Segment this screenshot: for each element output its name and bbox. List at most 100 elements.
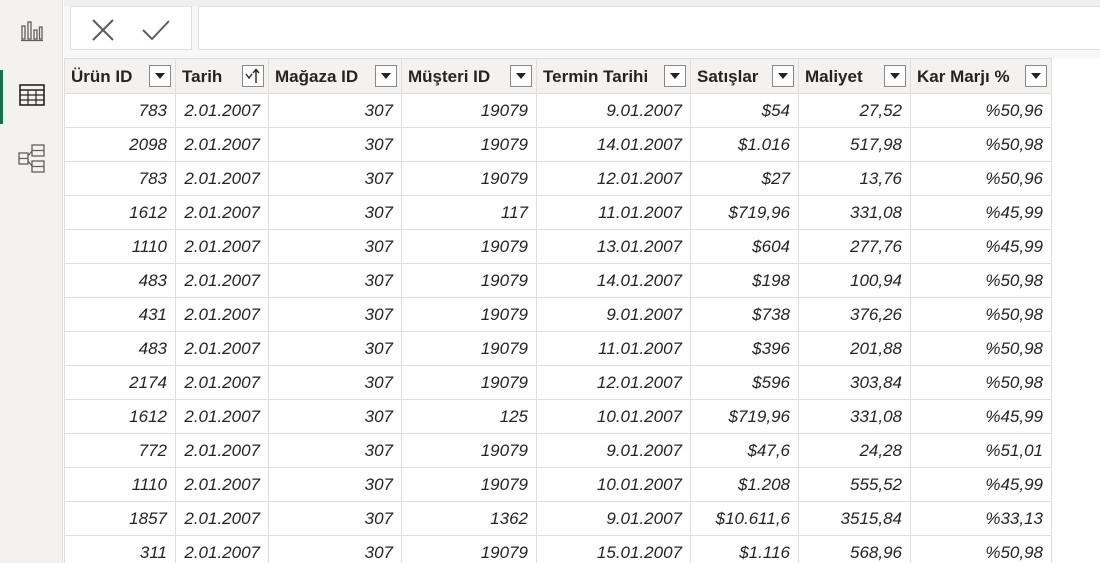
table-cell[interactable]: 2.01.2007 bbox=[175, 297, 269, 332]
table-cell[interactable]: 2.01.2007 bbox=[175, 93, 269, 128]
formula-input[interactable] bbox=[198, 6, 1100, 50]
table-cell[interactable]: 307 bbox=[268, 433, 402, 468]
cancel-edit-button[interactable] bbox=[88, 17, 118, 43]
table-cell[interactable]: 9.01.2007 bbox=[536, 433, 691, 468]
table-cell[interactable]: %45,99 bbox=[910, 467, 1052, 502]
table-cell[interactable]: 14.01.2007 bbox=[536, 127, 691, 162]
column-header[interactable]: Maliyet bbox=[798, 58, 911, 94]
table-cell[interactable]: %33,13 bbox=[910, 501, 1052, 536]
table-cell[interactable]: 19079 bbox=[401, 161, 537, 196]
table-cell[interactable]: %50,98 bbox=[910, 263, 1052, 298]
table-cell[interactable]: 24,28 bbox=[798, 433, 911, 468]
table-cell[interactable]: 13,76 bbox=[798, 161, 911, 196]
table-cell[interactable]: %50,98 bbox=[910, 127, 1052, 162]
column-header[interactable]: Ürün ID bbox=[64, 58, 176, 94]
filter-dropdown-button[interactable] bbox=[884, 65, 906, 87]
table-cell[interactable]: 15.01.2007 bbox=[536, 535, 691, 563]
table-cell[interactable]: %50,98 bbox=[910, 297, 1052, 332]
table-cell[interactable]: 2.01.2007 bbox=[175, 331, 269, 366]
column-header[interactable]: Müşteri ID bbox=[401, 58, 537, 94]
table-cell[interactable]: $54 bbox=[690, 93, 799, 128]
table-cell[interactable]: %45,99 bbox=[910, 399, 1052, 434]
table-cell[interactable]: %50,98 bbox=[910, 331, 1052, 366]
commit-edit-button[interactable] bbox=[141, 17, 171, 43]
table-cell[interactable]: 2.01.2007 bbox=[175, 195, 269, 230]
table-cell[interactable]: 19079 bbox=[401, 229, 537, 264]
table-cell[interactable]: 19079 bbox=[401, 433, 537, 468]
table-cell[interactable]: 307 bbox=[268, 195, 402, 230]
table-cell[interactable]: 331,08 bbox=[798, 399, 911, 434]
table-cell[interactable]: 307 bbox=[268, 93, 402, 128]
table-cell[interactable]: $27 bbox=[690, 161, 799, 196]
table-cell[interactable]: 483 bbox=[64, 331, 176, 366]
table-cell[interactable]: $47,6 bbox=[690, 433, 799, 468]
table-cell[interactable]: 303,84 bbox=[798, 365, 911, 400]
table-cell[interactable]: $1.208 bbox=[690, 467, 799, 502]
table-cell[interactable]: 2.01.2007 bbox=[175, 365, 269, 400]
table-cell[interactable]: %50,96 bbox=[910, 93, 1052, 128]
table-cell[interactable]: 19079 bbox=[401, 467, 537, 502]
table-cell[interactable]: 19079 bbox=[401, 263, 537, 298]
table-cell[interactable]: 2.01.2007 bbox=[175, 399, 269, 434]
table-cell[interactable]: $596 bbox=[690, 365, 799, 400]
table-cell[interactable]: 1612 bbox=[64, 195, 176, 230]
table-cell[interactable]: 772 bbox=[64, 433, 176, 468]
table-cell[interactable]: %45,99 bbox=[910, 229, 1052, 264]
table-cell[interactable]: 14.01.2007 bbox=[536, 263, 691, 298]
table-cell[interactable]: 2.01.2007 bbox=[175, 229, 269, 264]
column-header[interactable]: Tarih bbox=[175, 58, 269, 94]
table-cell[interactable]: 483 bbox=[64, 263, 176, 298]
table-cell[interactable]: 13.01.2007 bbox=[536, 229, 691, 264]
sort-filter-button[interactable] bbox=[242, 65, 264, 87]
filter-dropdown-button[interactable] bbox=[772, 65, 794, 87]
table-cell[interactable]: 1612 bbox=[64, 399, 176, 434]
table-cell[interactable]: %45,99 bbox=[910, 195, 1052, 230]
model-view-button[interactable] bbox=[0, 130, 63, 188]
table-cell[interactable]: $1.016 bbox=[690, 127, 799, 162]
table-cell[interactable]: 331,08 bbox=[798, 195, 911, 230]
column-header[interactable]: Mağaza ID bbox=[268, 58, 402, 94]
table-cell[interactable]: 307 bbox=[268, 161, 402, 196]
table-cell[interactable]: 11.01.2007 bbox=[536, 195, 691, 230]
table-cell[interactable]: 307 bbox=[268, 297, 402, 332]
table-cell[interactable]: $604 bbox=[690, 229, 799, 264]
table-cell[interactable]: 201,88 bbox=[798, 331, 911, 366]
table-cell[interactable]: 555,52 bbox=[798, 467, 911, 502]
table-cell[interactable]: 9.01.2007 bbox=[536, 93, 691, 128]
table-cell[interactable]: 431 bbox=[64, 297, 176, 332]
filter-dropdown-button[interactable] bbox=[510, 65, 532, 87]
table-cell[interactable]: 2.01.2007 bbox=[175, 467, 269, 502]
table-cell[interactable]: $738 bbox=[690, 297, 799, 332]
filter-dropdown-button[interactable] bbox=[1025, 65, 1047, 87]
table-cell[interactable]: 2.01.2007 bbox=[175, 161, 269, 196]
table-cell[interactable]: 2.01.2007 bbox=[175, 535, 269, 563]
table-cell[interactable]: 307 bbox=[268, 501, 402, 536]
table-cell[interactable]: 2098 bbox=[64, 127, 176, 162]
data-view-button[interactable] bbox=[0, 66, 63, 124]
table-cell[interactable]: 307 bbox=[268, 263, 402, 298]
table-cell[interactable]: 307 bbox=[268, 229, 402, 264]
table-cell[interactable]: %50,98 bbox=[910, 365, 1052, 400]
table-cell[interactable]: $719,96 bbox=[690, 195, 799, 230]
table-cell[interactable]: 12.01.2007 bbox=[536, 161, 691, 196]
table-cell[interactable]: 100,94 bbox=[798, 263, 911, 298]
column-header[interactable]: Satışlar bbox=[690, 58, 799, 94]
table-cell[interactable]: 10.01.2007 bbox=[536, 467, 691, 502]
table-cell[interactable]: 11.01.2007 bbox=[536, 331, 691, 366]
table-cell[interactable]: $1.116 bbox=[690, 535, 799, 563]
table-cell[interactable]: 307 bbox=[268, 467, 402, 502]
table-cell[interactable]: 307 bbox=[268, 535, 402, 563]
table-cell[interactable]: 125 bbox=[401, 399, 537, 434]
table-cell[interactable]: 9.01.2007 bbox=[536, 297, 691, 332]
filter-dropdown-button[interactable] bbox=[149, 65, 171, 87]
table-cell[interactable]: 1362 bbox=[401, 501, 537, 536]
table-cell[interactable]: 117 bbox=[401, 195, 537, 230]
table-cell[interactable]: 9.01.2007 bbox=[536, 501, 691, 536]
table-cell[interactable]: 1110 bbox=[64, 467, 176, 502]
table-cell[interactable]: 307 bbox=[268, 331, 402, 366]
table-cell[interactable]: 2.01.2007 bbox=[175, 501, 269, 536]
table-cell[interactable]: 19079 bbox=[401, 535, 537, 563]
table-cell[interactable]: 568,96 bbox=[798, 535, 911, 563]
table-cell[interactable]: 12.01.2007 bbox=[536, 365, 691, 400]
table-cell[interactable]: 19079 bbox=[401, 331, 537, 366]
